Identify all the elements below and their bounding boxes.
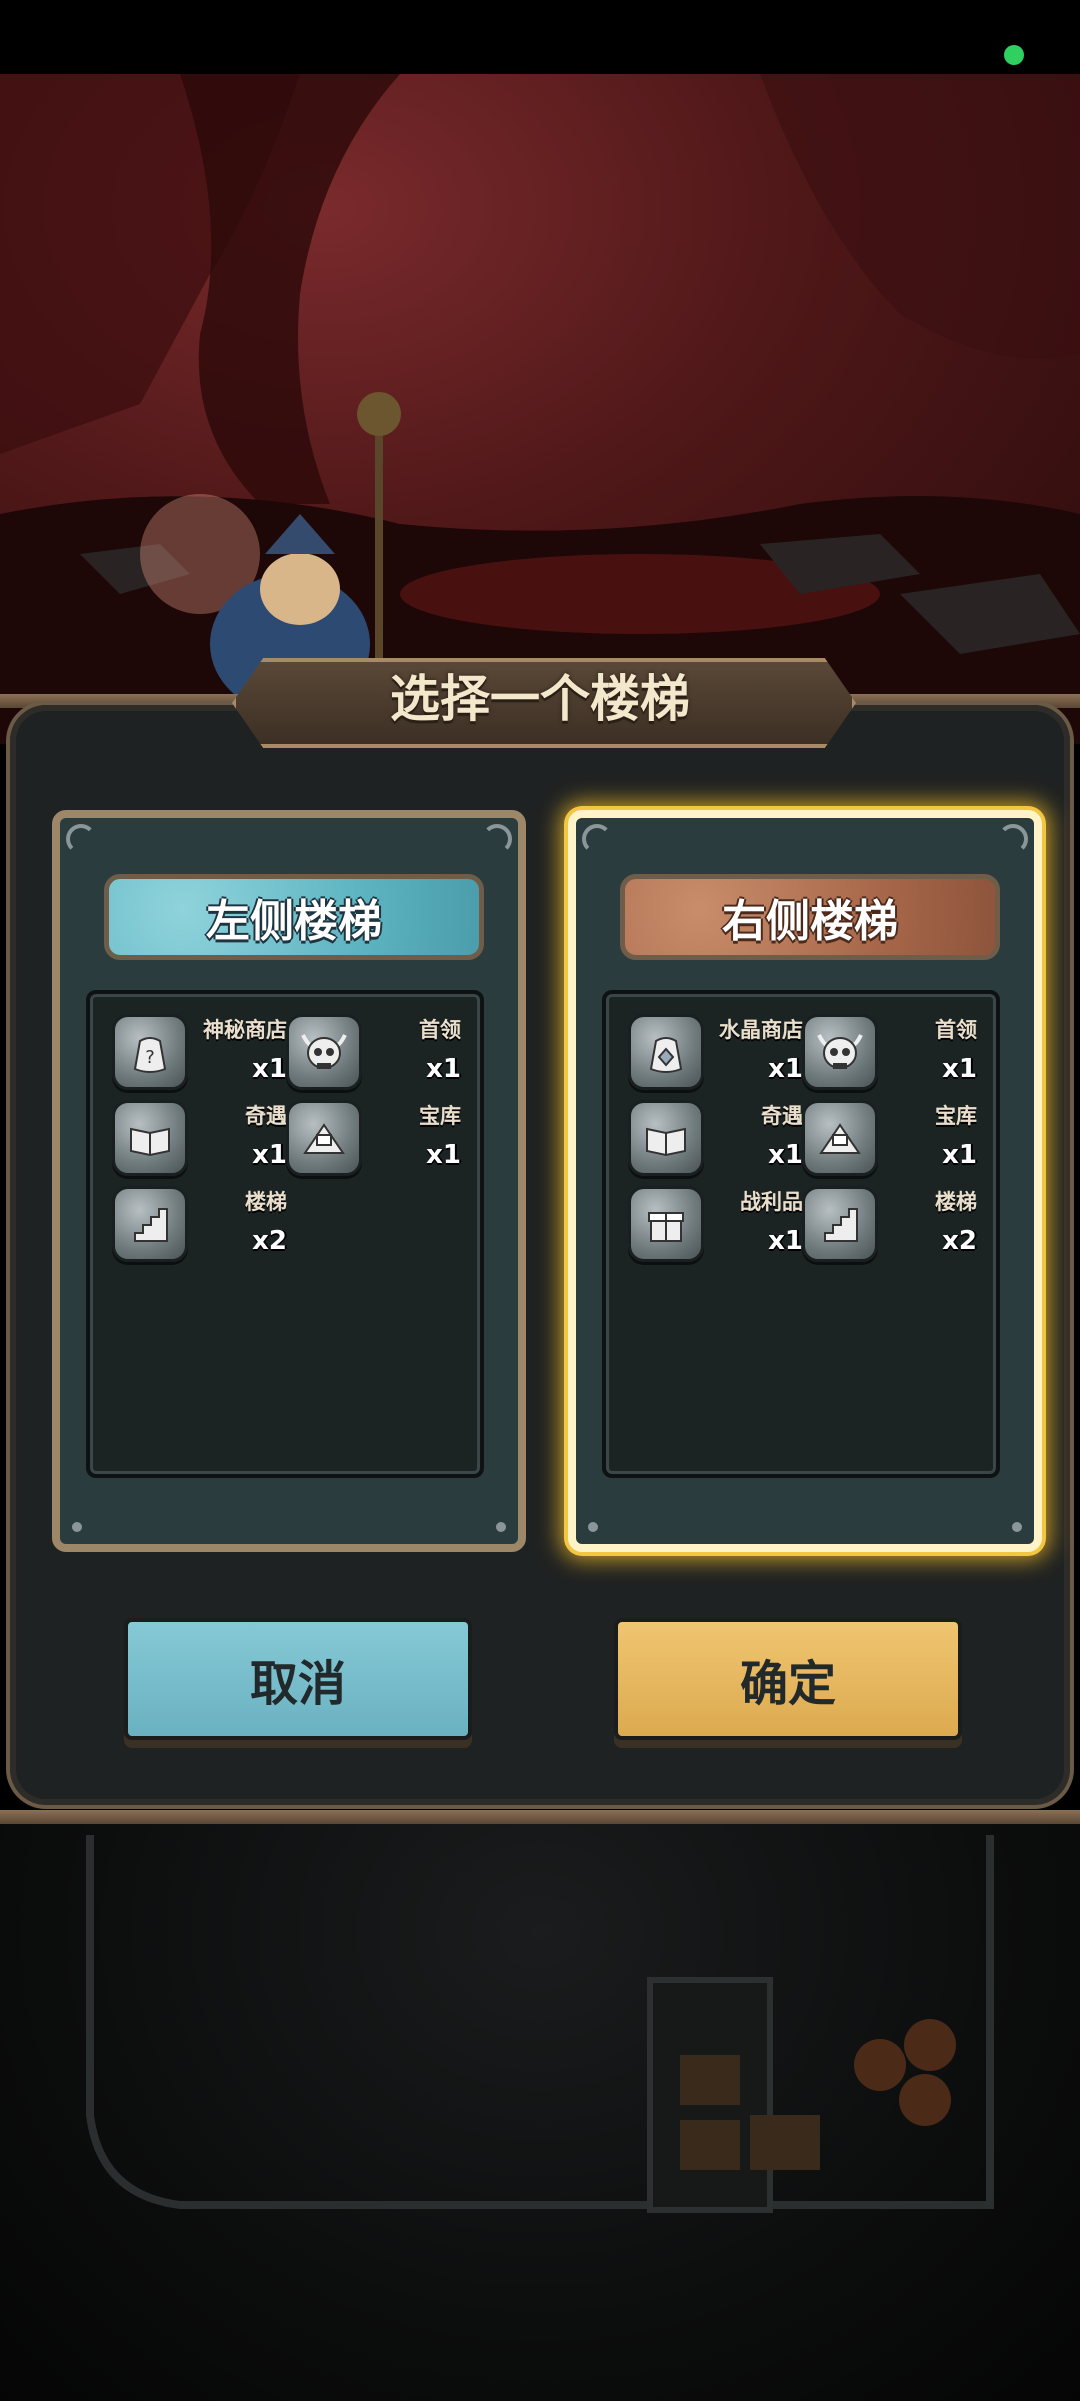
- list-item: 战利品 x1: [628, 1186, 803, 1266]
- corner-ornament-icon: [66, 824, 96, 854]
- list-item: 首领 x1: [802, 1014, 977, 1094]
- cancel-button[interactable]: 取消: [124, 1618, 472, 1740]
- list-item: 首领 x1: [286, 1014, 461, 1094]
- stairs-icon: [802, 1186, 878, 1262]
- treasure-pile-icon: [802, 1100, 878, 1176]
- rivet-icon: [496, 1522, 506, 1532]
- right-stair-title: 右侧楼梯: [620, 874, 1000, 960]
- treasure-pile-icon: [286, 1100, 362, 1176]
- list-item: 奇遇 x1: [628, 1100, 803, 1180]
- boss-skull-icon: [286, 1014, 362, 1090]
- list-item: 楼梯 x2: [802, 1186, 977, 1266]
- list-item: ? 神秘商店 x1: [112, 1014, 287, 1094]
- status-indicator-icon: [1004, 45, 1024, 65]
- list-item: 水晶商店 x1: [628, 1014, 803, 1094]
- confirm-button[interactable]: 确定: [614, 1618, 962, 1740]
- corner-ornament-icon: [582, 824, 612, 854]
- list-item: 宝库 x1: [286, 1100, 461, 1180]
- rivet-icon: [72, 1522, 82, 1532]
- dungeon-floor-background: [0, 1815, 1080, 2401]
- game-scene-background: [0, 74, 1080, 744]
- mystery-bag-icon: ?: [112, 1014, 188, 1090]
- book-icon: [628, 1100, 704, 1176]
- stairs-icon: [112, 1186, 188, 1262]
- book-icon: [112, 1100, 188, 1176]
- list-item: 奇遇 x1: [112, 1100, 287, 1180]
- left-stair-card[interactable]: 左侧楼梯 ? 神秘商店 x1 首领 x1 奇遇 x1 宝库 x1 楼梯 x2: [52, 810, 526, 1552]
- boss-skull-icon: [802, 1014, 878, 1090]
- right-reward-list: 水晶商店 x1 首领 x1 奇遇 x1 宝库 x1 战利品 x1 楼梯 x2: [602, 990, 1000, 1478]
- corner-ornament-icon: [482, 824, 512, 854]
- gift-box-icon: [628, 1186, 704, 1262]
- list-item: 楼梯 x2: [112, 1186, 287, 1266]
- left-reward-list: ? 神秘商店 x1 首领 x1 奇遇 x1 宝库 x1 楼梯 x2: [86, 990, 484, 1478]
- rivet-icon: [588, 1522, 598, 1532]
- crystal-bag-icon: [628, 1014, 704, 1090]
- modal-bottom-border: [0, 1810, 1080, 1824]
- list-item: 宝库 x1: [802, 1100, 977, 1180]
- status-bar: [0, 0, 1080, 74]
- dialog-title: 选择一个楼梯: [390, 670, 690, 728]
- right-stair-card[interactable]: 右侧楼梯 水晶商店 x1 首领 x1 奇遇 x1 宝库 x1 战利品 x1 楼梯…: [568, 810, 1042, 1552]
- left-stair-title: 左侧楼梯: [104, 874, 484, 960]
- rivet-icon: [1012, 1522, 1022, 1532]
- corner-ornament-icon: [998, 824, 1028, 854]
- svg-text:?: ?: [145, 1047, 155, 1068]
